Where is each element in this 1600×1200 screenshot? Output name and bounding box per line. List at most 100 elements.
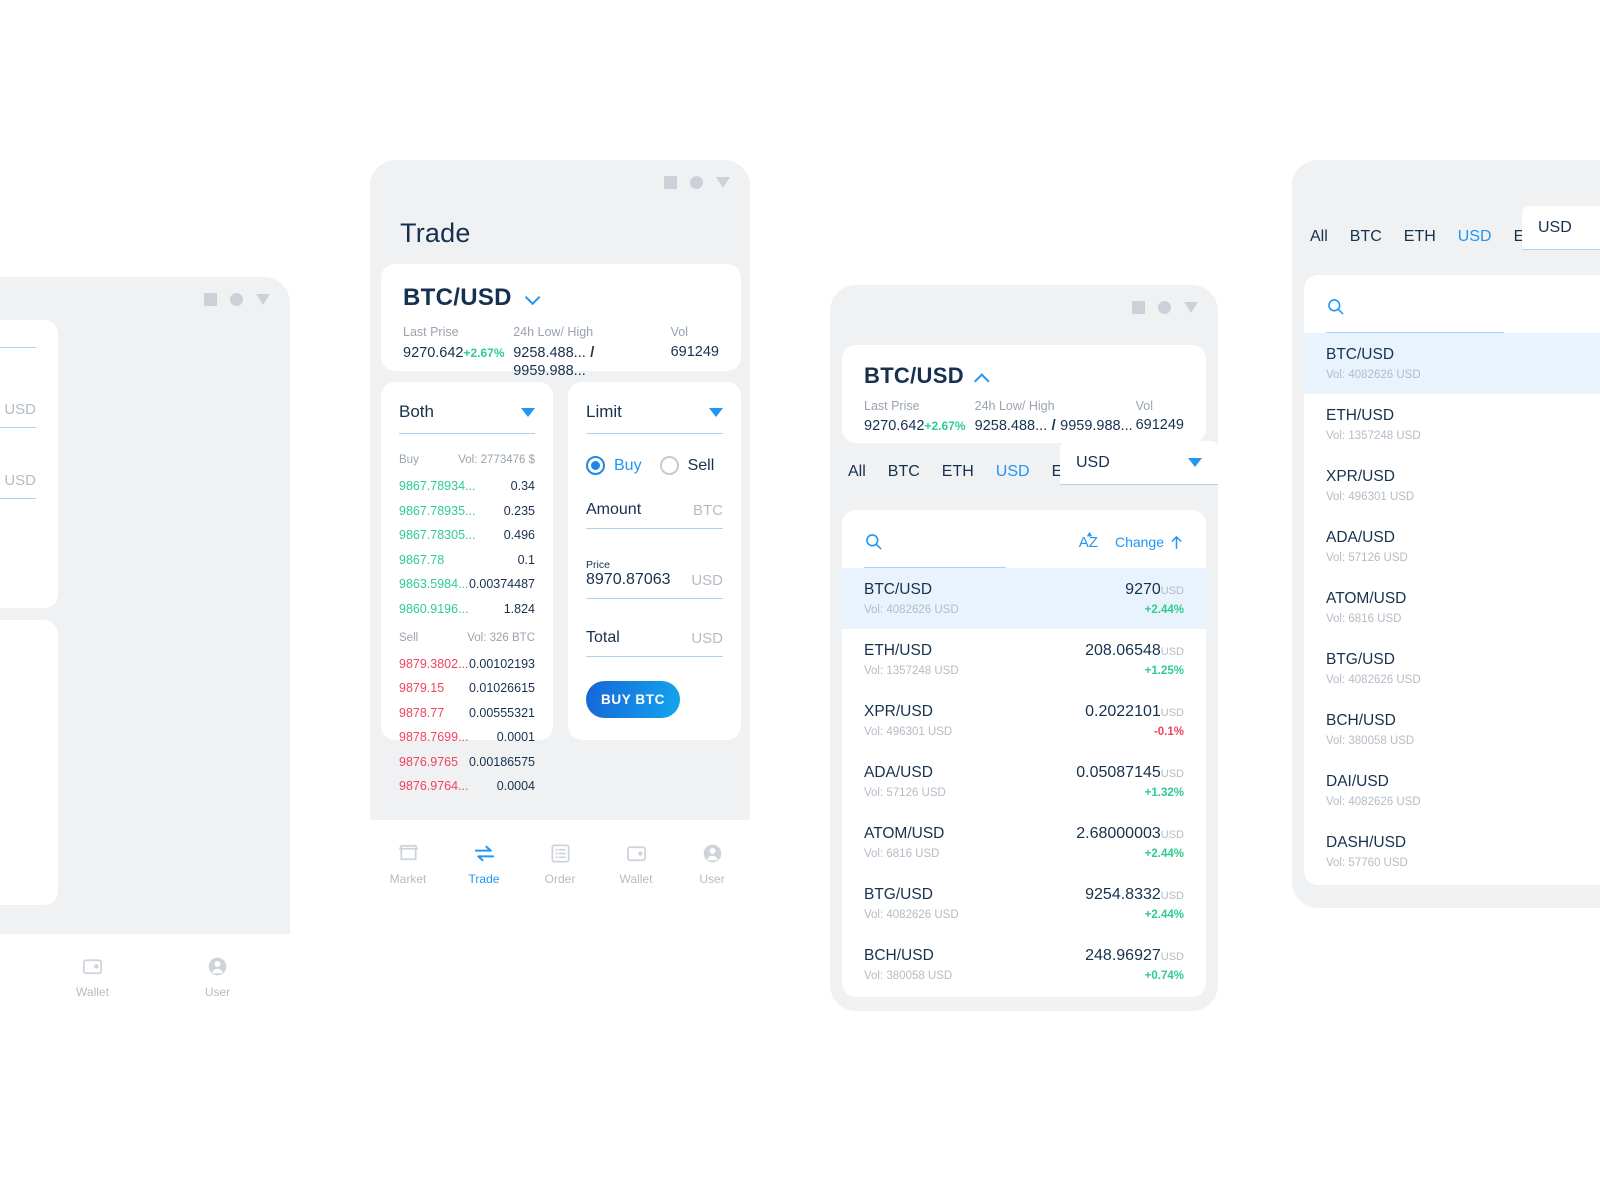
market-row[interactable]: ATOM/USD Vol: 6816 USD 2.68000003USD +2.… (842, 812, 1206, 873)
market-tab-eth[interactable]: ETH (942, 463, 974, 481)
market-row-pair: BCH/USD (864, 947, 934, 964)
bottom-nav-item-order[interactable]: Order (522, 842, 598, 886)
buy-btc-button[interactable]: BUY BTC (586, 681, 680, 718)
market-row-volume: Vol: 380058 USD (864, 970, 953, 982)
price-unit: USD (691, 572, 723, 589)
orderbook-price: 9878.7699... (399, 730, 469, 744)
orderbook-price: 9876.9765 (399, 754, 459, 769)
square-icon (664, 176, 677, 189)
market-row-currency: USD (1160, 829, 1184, 841)
bottom-nav-item-user[interactable]: User (155, 955, 280, 999)
orderbook-card: Both Buy Vol: 2773476 $ 9867.78934... 0.… (381, 382, 553, 793)
buy-radio[interactable]: Buy (586, 456, 642, 475)
pair-selector[interactable]: BTC/USD (403, 284, 719, 312)
circle-icon (230, 293, 243, 306)
orderbook-row[interactable]: 9878.7699... 0.0001 (399, 730, 535, 744)
total-unit: USD (691, 630, 723, 647)
triangle-down-icon (709, 407, 723, 417)
market-row-pair: ATOM/USD (1326, 590, 1407, 607)
market-tab-usd[interactable]: USD (1458, 228, 1492, 246)
orderbook-row[interactable]: 9867.78305... 0.496 (399, 528, 535, 542)
history-row[interactable]: 0.00122934 08.05 / 13:05 (0, 707, 36, 721)
market-row[interactable]: BTC/USD Vol: 4082626 USD (1304, 333, 1600, 394)
history-row[interactable]: 0099 0.00102107 08.05 / 13:04 (0, 861, 36, 875)
book-filter-select[interactable]: Both (399, 402, 535, 434)
history-row[interactable]: 0.00186575 08.05 / 13:03 (0, 883, 36, 897)
market-tab-all[interactable]: All (1310, 228, 1328, 246)
history-row[interactable]: . 0.0742 08.05 / 13:03 (0, 905, 36, 919)
history-row[interactable]: 0.0057871 08.05 / 13:05 (0, 751, 36, 765)
orderbook-row[interactable]: 9867.78934... 0.34 (399, 479, 535, 493)
bottom-nav-item-user[interactable]: User (674, 842, 750, 886)
search-input[interactable] (864, 532, 1006, 568)
market-tab-eth[interactable]: ETH (1404, 228, 1436, 246)
history-row[interactable]: 0.00889669 08.05 / 13:04 (0, 817, 36, 831)
market-row[interactable]: DASH/USD Vol: 57760 USD 7 (1304, 821, 1600, 882)
bottom-nav-item-wallet[interactable]: Wallet (30, 955, 155, 999)
bottom-nav-item-market[interactable]: Market (370, 842, 446, 886)
market-row[interactable]: XPR/USD Vol: 496301 USD 0 (1304, 455, 1600, 516)
window-controls (1132, 301, 1198, 314)
market-row-volume: Vol: 6816 USD (864, 848, 940, 860)
left-price-field[interactable]: Price 8970.87063 USD (0, 388, 36, 428)
left-total-field[interactable]: Total USD (0, 471, 36, 499)
orderbook-row[interactable]: 9876.9765 0.00186575 (399, 755, 535, 769)
side-radio-group: Buy Sell (586, 456, 723, 475)
history-row[interactable]: 01 0.02045241 08.05 / 13:04 (0, 795, 36, 809)
low-high-stat: 24h Low/ High 9258.488... / 9959.988... (513, 325, 670, 380)
orderbook-row[interactable]: 9860.9196... 1.824 (399, 602, 535, 616)
market-row[interactable]: XPR/USD Vol: 496301 USD 0.2022101USD -0.… (842, 690, 1206, 751)
market-row[interactable]: ADA/USD Vol: 57126 USD 0.05087145USD +1.… (842, 751, 1206, 812)
market-row[interactable]: BTG/USD Vol: 4082626 USD 9254.8332USD +2… (842, 873, 1206, 934)
market-tab-btc[interactable]: BTC (1350, 228, 1382, 246)
market-row[interactable]: DAI/USD Vol: 4082626 USD 9 (1304, 760, 1600, 821)
market-row[interactable]: BTG/USD Vol: 4082626 USD 9 (1304, 638, 1600, 699)
market-row[interactable]: ADA/USD Vol: 57126 USD 0.0 (1304, 516, 1600, 577)
history-row[interactable]: 41 0.00110152 08.05 / 13:04 (0, 839, 36, 853)
orderbook-row[interactable]: 9863.5984... 0.00374487 (399, 577, 535, 591)
pair-selector[interactable]: BTC/USD (864, 363, 1184, 389)
search-input[interactable] (1326, 297, 1504, 333)
orderbook-row[interactable]: 9867.78 0.1 (399, 553, 535, 567)
window-controls (204, 293, 270, 306)
vol-label: Vol (1135, 399, 1153, 413)
bottom-nav-item-order[interactable]: Order (0, 955, 30, 999)
history-row[interactable]: 0.00010178 08.05 / 13:04 (0, 773, 36, 787)
market-row-pair: BTG/USD (864, 886, 933, 903)
bottom-nav-item-trade[interactable]: Trade (446, 842, 522, 886)
market-tab-usd[interactable]: USD (996, 463, 1030, 481)
sort-alpha-button[interactable]: AZ (1079, 531, 1098, 551)
sort-change-button[interactable]: Change (1115, 534, 1184, 550)
market-tab-all[interactable]: All (848, 463, 866, 481)
vol-value: 691249 (1135, 417, 1184, 433)
market-row[interactable]: BCH/USD Vol: 380058 USD 248.96927USD +0.… (842, 934, 1206, 995)
market-row-price: 248.96927 (1085, 947, 1161, 964)
orderbook-row[interactable]: 9878.77 0.00555321 (399, 706, 535, 720)
market-row-pair: ETH/USD (864, 642, 933, 659)
market-row[interactable]: ETH/USD Vol: 1357248 USD 20 (1304, 394, 1600, 455)
market-row-price: 208.06548 (1085, 642, 1161, 659)
market-row-currency: USD (1160, 585, 1184, 597)
total-field[interactable]: Total USD (586, 629, 723, 657)
amount-field[interactable]: Amount BTC (586, 501, 723, 529)
market-row[interactable]: ETH/USD Vol: 1357248 USD 208.06548USD +1… (842, 629, 1206, 690)
orderbook-row[interactable]: 9879.3802... 0.00102193 (399, 657, 535, 671)
orderbook-row[interactable]: 9867.78935... 0.235 (399, 504, 535, 518)
history-row[interactable]: 0.0986 08.05 / 13:05 (0, 729, 36, 743)
market-row[interactable]: ATOM/USD Vol: 6816 USD 2.6 (1304, 577, 1600, 638)
sell-radio[interactable]: Sell (659, 456, 714, 475)
orderbook-amount: 0.00374487 (468, 577, 535, 591)
screenshot-canvas: 0.496 0.1 0.00374487 1.824 Vol: 326 BTC 0.0… (0, 0, 1600, 1200)
currency-select[interactable]: USD (1060, 441, 1218, 485)
market-row[interactable]: BCH/USD Vol: 380058 USD 2 (1304, 699, 1600, 760)
market-row[interactable]: BTC/USD Vol: 4082626 USD 9270USD +2.44% (842, 568, 1206, 629)
order-type-select[interactable]: Limit (586, 402, 723, 434)
triangle-down-icon (1188, 458, 1202, 467)
market-tab-btc[interactable]: BTC (888, 463, 920, 481)
orderbook-row[interactable]: 9876.9764... 0.0004 (399, 779, 535, 793)
bottom-nav-item-wallet[interactable]: Wallet (598, 842, 674, 886)
orderbook-price: 9867.78305... (399, 528, 476, 542)
price-field[interactable]: Price 8970.87063 USD (586, 559, 723, 599)
currency-select[interactable]: USD (1522, 206, 1600, 250)
orderbook-row[interactable]: 9879.15 0.01026615 (399, 681, 535, 695)
